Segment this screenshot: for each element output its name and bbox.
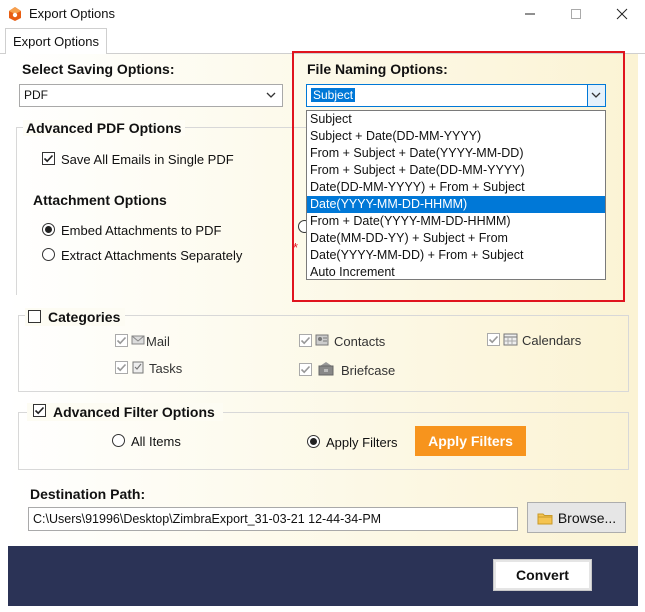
maximize-button[interactable] xyxy=(553,0,599,28)
highlight-frame xyxy=(292,51,625,302)
radio-dot xyxy=(310,438,317,445)
saving-options-value: PDF xyxy=(24,88,48,102)
all-items-label: All Items xyxy=(131,434,181,449)
mail-label: Mail xyxy=(146,334,170,349)
advanced-filter-title: Advanced Filter Options xyxy=(53,404,215,420)
briefcase-label: Briefcase xyxy=(341,363,396,378)
browse-label: Browse... xyxy=(557,509,617,526)
advanced-filter-checkbox[interactable] xyxy=(33,404,46,417)
close-icon xyxy=(616,8,628,20)
save-single-pdf-checkbox[interactable] xyxy=(42,152,55,165)
briefcase-icon xyxy=(317,361,335,379)
app-logo-icon xyxy=(7,6,23,22)
categories-group xyxy=(18,315,629,392)
apply-filters-button[interactable]: Apply Filters xyxy=(415,426,526,456)
attachment-options-title: Attachment Options xyxy=(33,192,167,208)
briefcase-checkbox[interactable] xyxy=(299,363,312,376)
browse-button[interactable]: Browse... xyxy=(527,502,626,533)
categories-title: Categories xyxy=(48,309,121,325)
calendars-label: Calendars xyxy=(522,333,582,348)
close-button[interactable] xyxy=(599,0,645,28)
checkmark-icon xyxy=(300,336,311,345)
apply-filters-radio[interactable] xyxy=(307,435,320,448)
save-single-pdf-label: Save All Emails in Single PDF xyxy=(61,152,234,167)
calendars-checkbox[interactable] xyxy=(487,333,500,346)
categories-checkbox[interactable] xyxy=(28,310,41,323)
tasks-checkbox[interactable] xyxy=(115,361,128,374)
embed-attachments-radio[interactable] xyxy=(42,223,55,236)
checkmark-icon xyxy=(300,365,311,374)
contacts-label: Contacts xyxy=(334,334,386,349)
tab-export-options[interactable]: Export Options xyxy=(5,28,107,54)
all-items-radio[interactable] xyxy=(112,434,125,447)
checkmark-icon xyxy=(116,336,127,345)
apply-filters-radio-label: Apply Filters xyxy=(326,435,398,450)
contacts-icon xyxy=(315,334,329,349)
tasks-icon xyxy=(131,360,145,377)
checkmark-icon xyxy=(116,363,127,372)
radio-dot xyxy=(45,226,52,233)
folder-icon xyxy=(537,513,553,524)
mail-icon xyxy=(131,334,145,349)
mail-checkbox[interactable] xyxy=(115,334,128,347)
extract-attachments-label: Extract Attachments Separately xyxy=(61,248,243,263)
minimize-button[interactable] xyxy=(507,0,553,28)
window-title: Export Options xyxy=(29,6,115,21)
checkmark-icon xyxy=(34,406,45,415)
tasks-label: Tasks xyxy=(149,361,183,376)
saving-options-label: Select Saving Options: xyxy=(22,61,175,77)
saving-options-select[interactable]: PDF xyxy=(19,84,283,107)
minimize-icon xyxy=(525,13,535,15)
advanced-pdf-title: Advanced PDF Options xyxy=(23,120,185,136)
extract-attachments-radio[interactable] xyxy=(42,248,55,261)
calendar-icon xyxy=(503,333,518,349)
checkmark-icon xyxy=(488,335,499,344)
destination-path-input[interactable]: C:\Users\91996\Desktop\ZimbraExport_31-0… xyxy=(28,507,518,531)
destination-path-label: Destination Path: xyxy=(30,486,146,502)
checkmark-icon xyxy=(43,154,54,163)
embed-attachments-label: Embed Attachments to PDF xyxy=(61,223,222,238)
contacts-checkbox[interactable] xyxy=(299,334,312,347)
chevron-down-icon xyxy=(266,92,276,98)
maximize-icon xyxy=(571,9,581,19)
convert-button[interactable]: Convert xyxy=(493,559,592,591)
